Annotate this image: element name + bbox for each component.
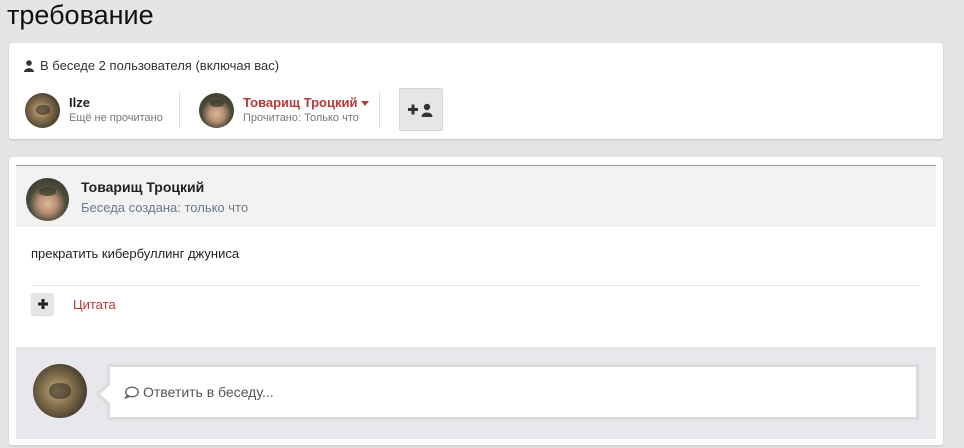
speech-bubble-icon [124,386,139,399]
divider [379,90,380,128]
avatar[interactable] [25,92,60,128]
participants-count-label: В беседе 2 пользователя (включая вас) [40,58,280,73]
divider [31,285,920,286]
reply-area: Ответить в беседу... [16,347,936,439]
multiquote-button[interactable] [31,293,54,315]
participant-ilze[interactable]: Ilze Ещё не прочитано [25,90,163,130]
post-meta: Беседа создана: только что [81,200,249,215]
page-title: требование [7,0,154,30]
plus-user-icon [408,103,433,117]
post-body: прекратить кибербуллинг джуниса [31,246,240,261]
post-author[interactable]: Товарищ Троцкий [81,179,204,195]
avatar[interactable] [199,92,234,128]
participant-status: Ещё не прочитано [69,111,163,124]
add-participant-button[interactable] [399,88,443,131]
post-header: Товарищ Троцкий Беседа создана: только ч… [16,166,936,227]
caret-down-icon[interactable] [361,100,370,106]
reply-arrow-inner [100,385,110,403]
participant-name[interactable]: Товарищ Троцкий [243,95,357,110]
reply-input[interactable]: Ответить в беседу... [107,364,919,420]
participant-name[interactable]: Ilze [69,95,163,111]
avatar[interactable] [26,178,69,221]
participant-status: Прочитано: Только что [243,111,359,124]
avatar [33,364,87,418]
participant-menu-trigger[interactable]: Товарищ Троцкий [243,95,370,111]
plus-icon [37,299,48,309]
participants-panel: В беседе 2 пользователя (включая вас) Il… [9,43,943,139]
conversation-thread: Товарищ Троцкий Беседа создана: только ч… [9,157,943,445]
reply-placeholder-text: Ответить в беседу... [143,384,274,400]
participants-header: В беседе 2 пользователя (включая вас) [24,58,279,73]
divider [179,90,180,128]
quote-link[interactable]: Цитата [73,297,116,312]
user-icon [24,59,34,72]
participant-trotsky[interactable]: Товарищ Троцкий Прочитано: Только что [199,90,370,130]
